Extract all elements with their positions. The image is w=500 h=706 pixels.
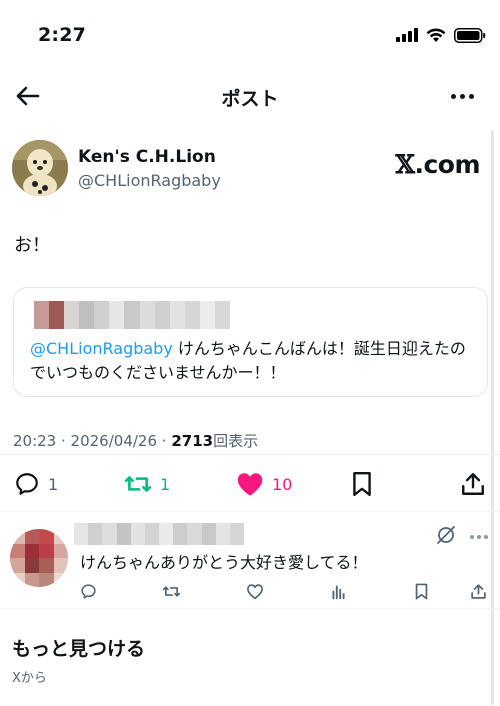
status-time: 2:27 [38,24,87,46]
author-display-name[interactable]: Ken's C.H.Lion [78,147,216,167]
cellular-signal-icon [396,28,418,42]
reply-post[interactable]: けんちゃんありがとう大好き愛してる！ [0,513,500,608]
reply-reply-button[interactable] [80,583,97,604]
repost-button[interactable]: 1 [124,470,170,498]
x-com-logo: 𝕏.com [395,150,481,179]
post-action-bar: 1 1 10 [0,462,500,506]
heart-outline-icon [247,584,263,600]
reply-author-blurred [74,523,245,545]
quoted-post-card[interactable]: @CHLionRagbaby けんちゃんこんばんは！誕生日迎えたのでいつものくだ… [13,287,488,397]
reply-avatar-blurred[interactable] [10,529,68,587]
reply-views-button[interactable] [330,583,347,604]
author-handle[interactable]: @CHLionRagbaby [78,171,221,190]
share-button[interactable] [460,470,486,498]
bookmark-icon [353,471,371,497]
heart-filled-icon [237,473,263,496]
x-logo-mark: 𝕏 [395,150,415,179]
grok-button[interactable] [436,525,456,549]
bookmark-button[interactable] [350,470,374,498]
more-dots-icon [470,535,474,539]
quoted-author-blurred [34,301,231,329]
reply-repost-button[interactable] [162,583,181,604]
bookmark-icon [415,583,428,600]
post-time[interactable]: 20:23 [13,432,56,450]
reply-bubble-icon [81,584,96,599]
more-options-button[interactable] [446,86,478,106]
status-icons [396,26,486,44]
repost-count: 1 [160,474,171,494]
divider [0,608,500,609]
post-author: Ken's C.H.Lion @CHLionRagbaby 𝕏.com [12,140,482,198]
scrollbar-track [491,130,494,705]
status-bar: 2:27 [0,0,500,70]
author-avatar[interactable] [12,140,68,196]
view-count-label: 回表示 [213,432,259,450]
share-upload-icon [471,584,486,599]
repost-icon [162,586,181,597]
quoted-post-text: @CHLionRagbaby けんちゃんこんばんは！誕生日迎えたのでいつものくだ… [30,337,480,385]
post-meta: 20:23 · 2026/04/26 · 2713回表示 [13,432,259,450]
divider [0,511,500,512]
more-dots-icon [450,93,456,99]
post-date[interactable]: 2026/04/26 [71,432,157,450]
lion-plush-avatar-image [12,140,68,196]
brand-suffix: .com [414,150,480,179]
discover-section-title: もっと見つける [12,638,146,660]
reply-count: 1 [48,474,59,494]
post-body: お！ [14,235,50,256]
reply-bookmark-button[interactable] [414,583,429,604]
wifi-icon [426,28,446,42]
repost-icon [124,476,152,492]
view-count: 2713 [171,432,214,450]
reply-like-button[interactable] [246,583,264,604]
reply-button[interactable]: 1 [14,470,58,498]
reply-action-bar [0,581,500,605]
share-upload-icon [462,473,484,495]
discover-section-subtitle: Xから [12,671,47,686]
analytics-bars-icon [332,585,345,600]
reply-more-button[interactable] [470,535,488,539]
battery-icon [454,27,486,43]
mention-link[interactable]: @CHLionRagbaby [30,339,173,358]
like-button[interactable]: 10 [236,470,292,498]
grok-icon [437,526,455,544]
like-count: 10 [272,474,293,494]
reply-share-button[interactable] [470,583,487,604]
divider [0,454,500,455]
top-navigation-bar: ポスト [0,72,500,120]
reply-body: けんちゃんありがとう大好き愛してる！ [80,553,368,572]
page-title: ポスト [221,88,279,110]
reply-bubble-icon [16,473,38,495]
